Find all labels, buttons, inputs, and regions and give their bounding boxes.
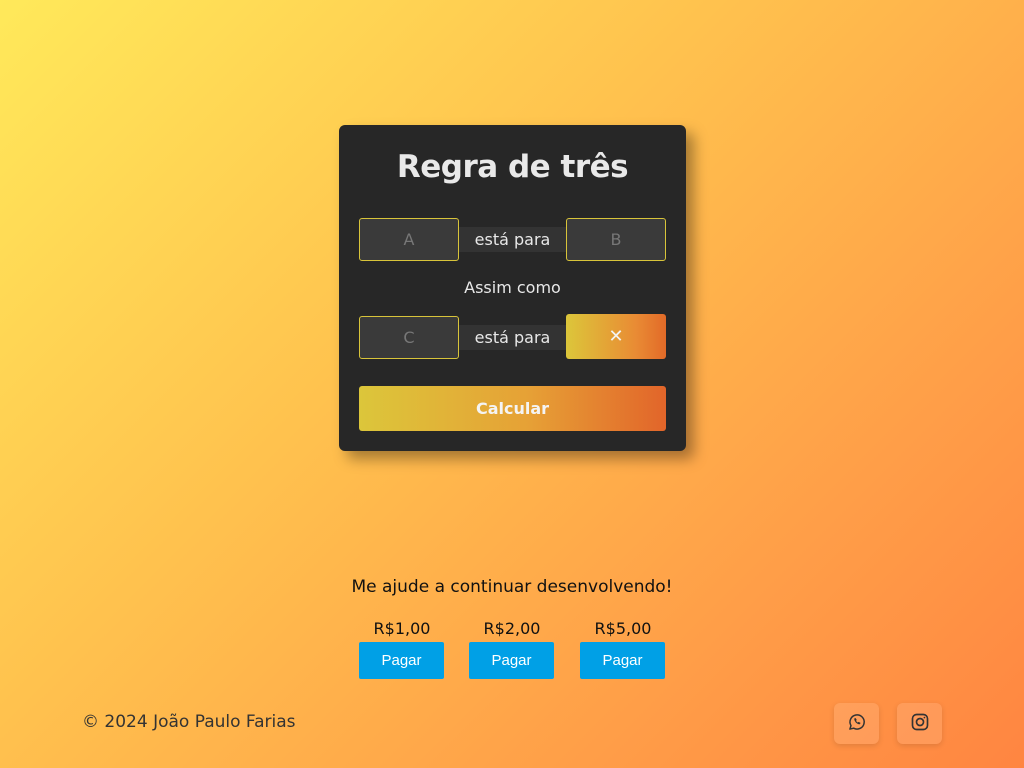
- whatsapp-icon: [847, 712, 867, 736]
- field-b-input[interactable]: [566, 218, 666, 261]
- pay-button[interactable]: Pagar: [469, 642, 554, 679]
- second-ratio-row: está para ✕: [359, 314, 666, 360]
- calculate-button[interactable]: Calcular: [359, 386, 666, 431]
- relation-label: está para: [459, 227, 566, 252]
- instagram-link[interactable]: [897, 703, 942, 744]
- donation-amount: R$1,00: [373, 619, 431, 638]
- support-message: Me ajude a continuar desenvolvendo!: [351, 577, 673, 597]
- field-a-input[interactable]: [359, 218, 459, 261]
- assim-como-label: Assim como: [464, 278, 561, 297]
- donation-option-3: R$5,00 Pagar: [580, 618, 666, 679]
- result-x-box: ✕: [566, 314, 666, 359]
- copyright-text: © 2024 João Paulo Farias: [82, 712, 296, 732]
- card-title: Regra de três: [396, 149, 629, 185]
- first-ratio-row: está para: [359, 218, 666, 262]
- instagram-icon: [910, 712, 930, 736]
- whatsapp-link[interactable]: [834, 703, 879, 744]
- pay-button[interactable]: Pagar: [359, 642, 444, 679]
- donation-amount: R$5,00: [594, 619, 652, 638]
- donation-amount: R$2,00: [483, 619, 541, 638]
- relation-label: está para: [459, 325, 566, 350]
- donation-option-1: R$1,00 Pagar: [359, 618, 445, 679]
- donation-option-2: R$2,00 Pagar: [469, 618, 555, 679]
- pay-button[interactable]: Pagar: [580, 642, 665, 679]
- field-c-input[interactable]: [359, 316, 459, 359]
- rule-of-three-card: Regra de três está para Assim como está …: [339, 125, 686, 451]
